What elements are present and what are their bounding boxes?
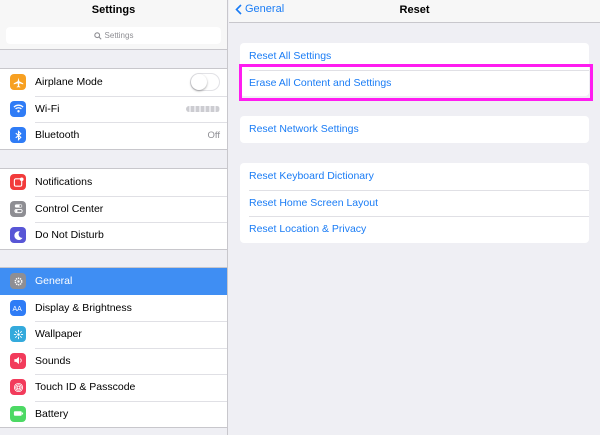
erase-all-content-button[interactable]: Erase All Content and Settings — [240, 69, 589, 97]
notifications-icon — [10, 174, 26, 191]
settings-item-label: Notifications — [35, 176, 93, 189]
reset-network-settings-button[interactable]: Reset Network Settings — [240, 116, 589, 143]
settings-item-do-not-disturb[interactable]: Do Not Disturb — [0, 222, 227, 249]
gear-icon — [10, 273, 26, 290]
settings-item-display-brightness[interactable]: AA Display & Brightness — [0, 295, 227, 322]
settings-item-notifications[interactable]: Notifications — [0, 169, 227, 196]
notifications-group: Notifications Control Center Do Not Dist… — [0, 168, 227, 250]
settings-item-bluetooth[interactable]: Bluetooth Off — [0, 122, 227, 149]
svg-text:AA: AA — [13, 306, 23, 313]
reset-keyboard-dictionary-button[interactable]: Reset Keyboard Dictionary — [240, 163, 589, 190]
connectivity-group: Airplane Mode Wi-Fi Bluetooth Off — [0, 68, 227, 150]
master-title: Settings — [91, 4, 136, 16]
sounds-icon — [10, 352, 26, 369]
settings-item-label: Sounds — [35, 354, 71, 367]
reset-group-3: Reset Keyboard Dictionary Reset Home Scr… — [240, 163, 589, 243]
settings-item-label: Display & Brightness — [35, 301, 132, 314]
page-title: Reset — [399, 4, 430, 16]
settings-item-label: Touch ID & Passcode — [35, 381, 136, 394]
wifi-icon — [10, 100, 26, 117]
detail-header: General Reset — [229, 0, 600, 23]
wallpaper-icon — [10, 326, 26, 343]
fingerprint-icon — [10, 379, 26, 396]
settings-item-label: Airplane Mode — [35, 76, 103, 89]
settings-item-label: Battery — [35, 407, 69, 420]
toggle-knob — [191, 74, 207, 91]
reset-home-screen-layout-button[interactable]: Reset Home Screen Layout — [240, 189, 589, 217]
settings-item-battery[interactable]: Battery — [0, 400, 227, 428]
settings-item-sounds[interactable]: Sounds — [0, 347, 227, 375]
search-field[interactable]: Settings — [6, 27, 221, 44]
settings-item-general[interactable]: General — [0, 268, 227, 295]
search-placeholder: Settings — [104, 31, 134, 40]
settings-item-wifi[interactable]: Wi-Fi — [0, 95, 227, 123]
settings-item-label: Wallpaper — [35, 328, 82, 341]
bluetooth-icon — [10, 127, 26, 144]
search-icon — [93, 31, 102, 40]
reset-detail-pane: General Reset Reset All Settings Erase A… — [229, 0, 600, 435]
settings-item-label: Wi-Fi — [35, 102, 60, 115]
reset-group-2: Reset Network Settings — [240, 116, 589, 143]
moon-icon — [10, 227, 26, 244]
general-group: General AA Display & Brightness Wallpape… — [0, 267, 227, 428]
display-icon: AA — [10, 299, 26, 316]
reset-group-1: Reset All Settings Erase All Content and… — [240, 43, 589, 96]
wifi-network-name-redacted — [186, 105, 220, 112]
control-center-icon — [10, 200, 26, 217]
battery-icon — [10, 405, 26, 422]
bluetooth-status: Off — [207, 129, 221, 141]
master-header: Settings Settings — [0, 0, 227, 50]
airplane-mode-toggle[interactable] — [190, 73, 220, 92]
settings-item-wallpaper[interactable]: Wallpaper — [0, 321, 227, 348]
reset-all-settings-button[interactable]: Reset All Settings — [240, 43, 589, 70]
settings-item-control-center[interactable]: Control Center — [0, 195, 227, 223]
settings-item-label: Control Center — [35, 202, 104, 215]
reset-location-privacy-button[interactable]: Reset Location & Privacy — [240, 216, 589, 243]
airplane-icon — [10, 74, 26, 91]
settings-item-label: Do Not Disturb — [35, 229, 104, 242]
settings-item-touch-id-passcode[interactable]: Touch ID & Passcode — [0, 374, 227, 401]
settings-master-pane: Settings Settings Airplane Mode Wi-Fi Bl… — [0, 0, 228, 435]
settings-item-label: General — [35, 275, 73, 288]
settings-item-airplane-mode[interactable]: Airplane Mode — [0, 69, 227, 96]
settings-item-label: Bluetooth — [35, 129, 80, 142]
